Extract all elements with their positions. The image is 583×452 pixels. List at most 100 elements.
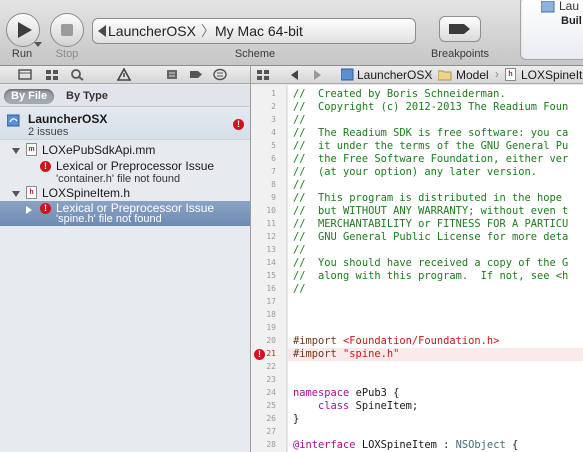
activity-status: Buil xyxy=(561,15,582,27)
line-number: 2 xyxy=(271,102,276,111)
issue-title: Lexical or Preprocessor Issue xyxy=(56,159,215,173)
search-navigator-icon[interactable] xyxy=(70,68,84,81)
forward-arrow-icon[interactable] xyxy=(314,70,322,80)
code-line: // but WITHOUT ANY WARRANTY; without eve… xyxy=(293,205,569,217)
breakpoint-icon xyxy=(449,24,470,34)
log-navigator-icon[interactable] xyxy=(213,68,227,81)
code-line: // xyxy=(293,179,306,191)
project-icon xyxy=(7,114,20,127)
scheme-selector[interactable]: LauncherOSX 〉 My Mac 64-bit xyxy=(92,18,416,44)
disclosure-triangle-icon[interactable] xyxy=(12,148,20,154)
line-number: 13 xyxy=(266,245,276,254)
line-number: 8 xyxy=(271,180,276,189)
code-line: // This program is distributed in the ho… xyxy=(293,192,562,204)
filter-by-type-button[interactable]: By Type xyxy=(59,89,115,104)
code-line: // the Free Software Foundation, either … xyxy=(293,153,569,165)
line-number: 3 xyxy=(271,115,276,124)
activity-viewer: Lau Buil xyxy=(520,0,583,60)
breakpoint-navigator-icon[interactable] xyxy=(189,68,203,81)
scheme-separator: 〉 xyxy=(201,23,215,39)
line-number: 10 xyxy=(266,206,276,215)
file-row[interactable]: h LOXSpineItem.h xyxy=(0,185,250,201)
header-file-icon: h xyxy=(26,186,37,199)
line-number: 12 xyxy=(266,232,276,241)
folder-icon xyxy=(438,70,452,81)
code-line: // The Readium SDK is free software: you… xyxy=(293,127,569,139)
error-icon: ! xyxy=(40,161,51,172)
breadcrumb-separator: › xyxy=(428,67,432,81)
issue-count: 2 issues xyxy=(28,126,69,138)
breadcrumb-project[interactable]: LauncherOSX xyxy=(357,68,432,82)
code-line: // Created by Boris Schneiderman. xyxy=(293,88,506,100)
project-icon xyxy=(541,1,555,13)
code-line: // it under the terms of the GNU General… xyxy=(293,140,569,152)
code-line: // MERCHANTABILITY or FITNESS FOR A PART… xyxy=(293,218,569,230)
issue-navigator: By File By Type LauncherOSX 2 issues ! m… xyxy=(0,66,251,452)
code-line: // You should have received a copy of th… xyxy=(293,257,569,269)
line-number-gutter[interactable]: 1 2 3 4 5 6 7 8 9 10 11 12 13 14 15 16 17 18 19 20! 21 22 23 24… xyxy=(251,85,287,452)
disclosure-triangle-icon[interactable] xyxy=(12,191,20,197)
symbol-navigator-icon[interactable] xyxy=(45,68,59,81)
breadcrumb-folder[interactable]: Model xyxy=(456,68,489,82)
file-name: LOXSpineItem.h xyxy=(42,186,131,200)
project-navigator-icon[interactable] xyxy=(18,68,32,81)
line-number: 21 xyxy=(266,349,276,358)
project-icon xyxy=(341,68,354,81)
code-line: #import <Foundation/Foundation.h> xyxy=(293,335,500,347)
line-number: 15 xyxy=(266,271,276,280)
issue-detail: 'spine.h' file not found xyxy=(56,213,162,225)
error-icon: ! xyxy=(40,203,51,214)
line-number: 28 xyxy=(266,440,276,449)
line-number: 17 xyxy=(266,297,276,306)
scheme-label: Scheme xyxy=(234,48,276,60)
line-number: 27 xyxy=(266,427,276,436)
line-number: 1 xyxy=(271,89,276,98)
warning-issue-navigator-icon[interactable] xyxy=(117,68,131,81)
back-arrow-icon[interactable] xyxy=(291,70,299,80)
issue-filter-bar: By File By Type xyxy=(0,85,250,107)
filter-by-file-button[interactable]: By File xyxy=(4,89,55,104)
source-editor[interactable]: // Created by Boris Schneiderman.// Copy… xyxy=(288,85,583,452)
line-number: 11 xyxy=(266,219,276,228)
scheme-destination[interactable]: My Mac 64-bit xyxy=(215,19,303,43)
code-line: // xyxy=(293,114,306,126)
breadcrumb-separator: › xyxy=(495,67,499,81)
line-number: 18 xyxy=(266,310,276,319)
code-line: // Copyright (c) 2012-2013 The Readium F… xyxy=(293,101,569,113)
project-row[interactable]: LauncherOSX 2 issues ! xyxy=(0,108,250,140)
code-line: @interface LOXSpineItem : NSObject { xyxy=(293,439,519,451)
code-line: } xyxy=(293,413,300,425)
debug-navigator-icon[interactable] xyxy=(165,68,179,81)
line-number: 24 xyxy=(266,388,276,397)
breakpoints-button[interactable] xyxy=(439,16,481,42)
breadcrumb-file[interactable]: LOXSpineIte xyxy=(521,68,583,82)
toolbar: Run Stop LauncherOSX 〉 My Mac 64-bit Sch… xyxy=(0,0,583,66)
code-line: #import "spine.h" xyxy=(293,348,400,360)
line-number: 22 xyxy=(266,362,276,371)
line-number: 16 xyxy=(266,284,276,293)
stop-button[interactable] xyxy=(50,13,84,47)
line-number: 9 xyxy=(271,193,276,202)
issue-detail: 'container.h' file not found xyxy=(56,173,181,185)
navigator-selector-bar xyxy=(0,66,250,84)
scheme-target[interactable]: LauncherOSX xyxy=(101,19,196,43)
file-row[interactable]: m LOXePubSdkApi.mm xyxy=(0,142,250,158)
line-number: 26 xyxy=(266,414,276,423)
line-number: 23 xyxy=(266,375,276,384)
code-line: // along with this program. If not, see … xyxy=(293,270,569,282)
stop-icon xyxy=(61,24,73,36)
issue-row-selected[interactable]: ! Lexical or Preprocessor Issue 'spine.h… xyxy=(0,201,250,226)
file-name: LOXePubSdkApi.mm xyxy=(42,143,156,157)
code-line: // (at your option) any later version. xyxy=(293,166,537,178)
jump-bar: LauncherOSX › Model › h LOXSpineIte xyxy=(251,66,583,84)
related-items-icon[interactable] xyxy=(257,69,271,81)
error-icon[interactable]: ! xyxy=(254,349,265,360)
code-line: // GNU General Public License for more d… xyxy=(293,231,569,243)
objc-file-icon: m xyxy=(26,143,37,156)
run-label: Run xyxy=(11,48,33,60)
disclosure-triangle-icon[interactable] xyxy=(26,206,32,214)
header-file-icon: h xyxy=(505,68,516,81)
code-line: // xyxy=(293,244,306,256)
line-number: 5 xyxy=(271,141,276,150)
code-line: // xyxy=(293,283,306,295)
